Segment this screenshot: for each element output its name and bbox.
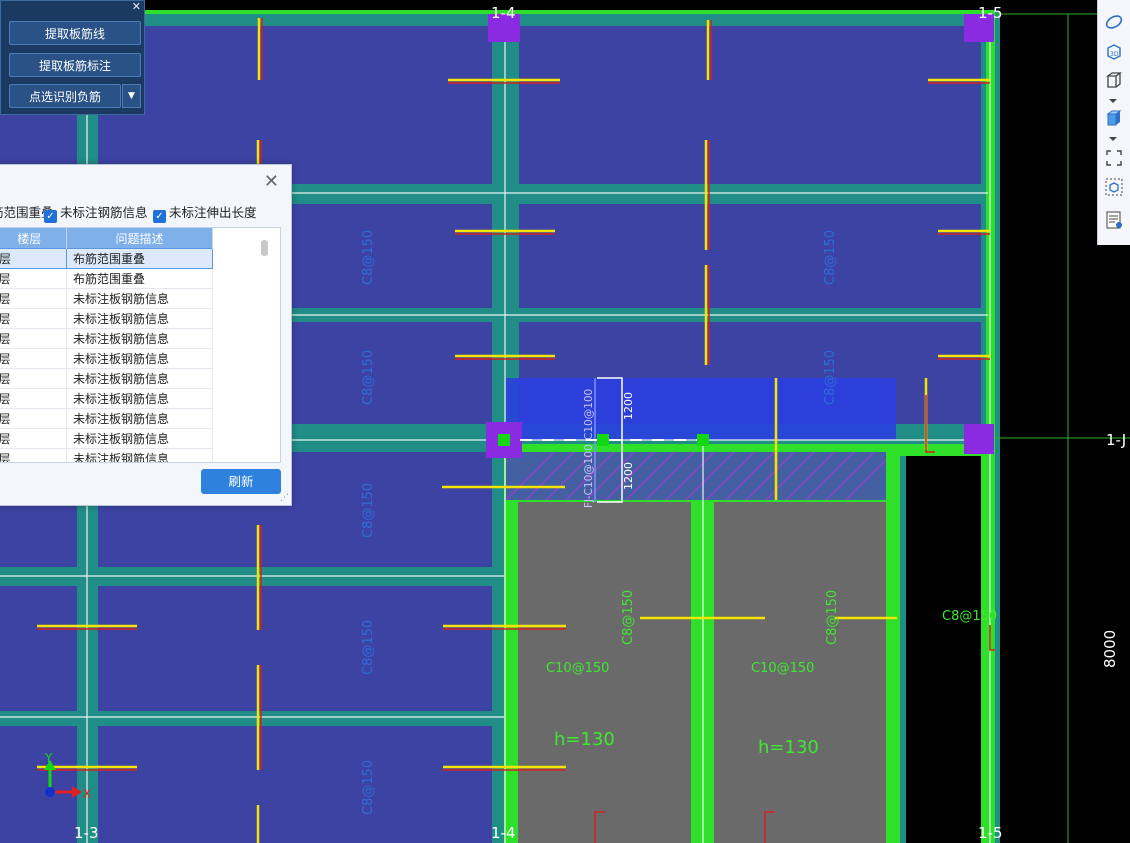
axis-top-1-4: 1-4	[491, 4, 516, 22]
row-floor-cell: 层	[0, 308, 67, 329]
row-description-cell: 未标注板钢筋信息	[66, 328, 213, 349]
svg-text:3D: 3D	[1110, 51, 1119, 58]
table-row[interactable]: 层未标注板钢筋信息	[0, 288, 213, 309]
table-row[interactable]: 层布筋范围重叠	[0, 248, 213, 269]
rebar-label-4: C8@150	[823, 350, 838, 405]
filter-unlabeled-rebar[interactable]: ✓ 未标注钢筋信息	[44, 204, 148, 223]
rebar-label-green-5: C8@150	[942, 609, 997, 624]
row-floor-cell: 层	[0, 428, 67, 449]
chevron-down-icon[interactable]	[1109, 99, 1117, 103]
row-floor-cell: 层	[0, 388, 67, 409]
rebar-command-panel: ✕ 提取板筋线 提取板筋标注 点选识别负筋 ▼	[0, 0, 145, 115]
refresh-button[interactable]: 刷新	[201, 469, 281, 494]
resize-grip-icon[interactable]: ⋰	[280, 493, 289, 503]
rebar-label-green-4: C10@150	[751, 661, 814, 676]
rebar-label-7: C8@150	[361, 760, 376, 815]
identify-negative-rebar-button[interactable]: 点选识别负筋	[9, 84, 121, 108]
table-row[interactable]: 层未标注板钢筋信息	[0, 368, 213, 389]
table-row[interactable]: 层未标注板钢筋信息	[0, 428, 213, 449]
orbit-icon[interactable]	[1104, 12, 1124, 32]
row-floor-cell: 层	[0, 268, 67, 289]
row-description-cell: 未标注板钢筋信息	[66, 428, 213, 449]
slab-thickness-1: h=130	[554, 729, 615, 750]
dialog-close-icon[interactable]: ✕	[264, 173, 279, 191]
row-description-cell: 未标注板钢筋信息	[66, 308, 213, 329]
fit-extents-icon[interactable]	[1104, 148, 1124, 168]
checkbox-checked-icon[interactable]: ✓	[44, 210, 57, 223]
row-floor-cell: 层	[0, 448, 67, 462]
rebar-label-1: C8@150	[361, 230, 376, 285]
table-row[interactable]: 层未标注板钢筋信息	[0, 348, 213, 369]
slab-thickness-2: h=130	[758, 737, 819, 758]
row-description-cell: 未标注板钢筋信息	[66, 448, 213, 462]
box-select-icon[interactable]	[1104, 177, 1124, 197]
dim-1200-upper: 1200	[622, 392, 635, 420]
fj-rebar-label: FJ-C10@100	[583, 444, 595, 508]
chevron-down-icon[interactable]	[1109, 137, 1117, 141]
table-row[interactable]: 层布筋范围重叠	[0, 268, 213, 289]
column-header-floor[interactable]: 楼层	[0, 228, 67, 249]
checkbox-checked-icon[interactable]: ✓	[153, 210, 166, 223]
row-description-cell: 未标注板钢筋信息	[66, 288, 213, 309]
row-description-cell: 未标注板钢筋信息	[66, 368, 213, 389]
view-toolbar: 3D	[1097, 0, 1130, 245]
rebar-label-2: C8@150	[823, 230, 838, 285]
row-floor-cell: 层	[0, 248, 67, 269]
axis-bottom-1-5: 1-5	[978, 824, 1003, 842]
table-row[interactable]: 层未标注板钢筋信息	[0, 448, 213, 462]
chevron-down-icon[interactable]: ▼	[122, 84, 141, 108]
rebar-label-green-3: C10@150	[546, 661, 609, 676]
rebar-label-green-2: C8@150	[825, 590, 840, 645]
rebar-label-6: C8@150	[361, 620, 376, 675]
ucs-y-label: Y	[44, 751, 53, 765]
row-floor-cell: 层	[0, 288, 67, 309]
row-floor-cell: 层	[0, 328, 67, 349]
rebar-label-3: C8@150	[361, 350, 376, 405]
row-description-cell: 布筋范围重叠	[66, 248, 213, 269]
hatched-zone	[506, 452, 886, 500]
row-floor-cell: 层	[0, 348, 67, 369]
row-floor-cell: 层	[0, 408, 67, 429]
rebar-label-green-1: C8@150	[621, 590, 636, 645]
axis-top-1-5: 1-5	[978, 4, 1003, 22]
issue-table: 楼层 问题描述 层布筋范围重叠层布筋范围重叠层未标注板钢筋信息层未标注板钢筋信息…	[0, 227, 281, 463]
black-void	[906, 456, 981, 843]
filter-bar: 筋范围重叠 ✓未标注钢筋信息 ✓未标注伸出长度	[0, 204, 291, 224]
table-row[interactable]: 层未标注板钢筋信息	[0, 328, 213, 349]
row-description-cell: 未标注板钢筋信息	[66, 408, 213, 429]
extract-rebar-labels-button[interactable]: 提取板筋标注	[9, 53, 141, 77]
row-description-cell: 未标注板钢筋信息	[66, 348, 213, 369]
issue-check-dialog: ✕ 筋范围重叠 ✓未标注钢筋信息 ✓未标注伸出长度 楼层 问题描述 层布筋范围重…	[0, 164, 292, 506]
filter-unlabeled-length[interactable]: ✓ 未标注伸出长度	[153, 204, 257, 223]
solid-cube-icon[interactable]	[1104, 108, 1124, 128]
row-floor-cell: 层	[0, 368, 67, 389]
column-header-description[interactable]: 问题描述	[66, 228, 213, 249]
dimension-8000: 8000	[1101, 630, 1119, 668]
axis-bottom-1-3: 1-3	[74, 824, 99, 842]
panel-close-icon[interactable]: ✕	[132, 1, 141, 13]
row-description-cell: 未标注板钢筋信息	[66, 388, 213, 409]
table-row[interactable]: 层未标注板钢筋信息	[0, 408, 213, 429]
table-scrollbar[interactable]	[261, 240, 268, 256]
ucs-x-label: X	[83, 787, 91, 801]
dim-1200-lower: 1200	[622, 462, 635, 490]
row-description-cell: 布筋范围重叠	[66, 268, 213, 289]
table-row[interactable]: 层未标注板钢筋信息	[0, 308, 213, 329]
axis-right-1-j: 1-J	[1106, 431, 1126, 449]
layer-list-icon[interactable]	[1104, 210, 1124, 230]
green-edge-right	[981, 444, 995, 843]
extract-rebar-lines-button[interactable]: 提取板筋线	[9, 21, 141, 45]
rebar-label-5: C8@150	[361, 483, 376, 538]
c10-100-label: C10@100	[583, 389, 595, 440]
view-3d-icon[interactable]: 3D	[1104, 42, 1124, 62]
table-row[interactable]: 层未标注板钢筋信息	[0, 388, 213, 409]
axis-bottom-1-4: 1-4	[491, 824, 516, 842]
cube-view-icon[interactable]	[1104, 70, 1124, 90]
